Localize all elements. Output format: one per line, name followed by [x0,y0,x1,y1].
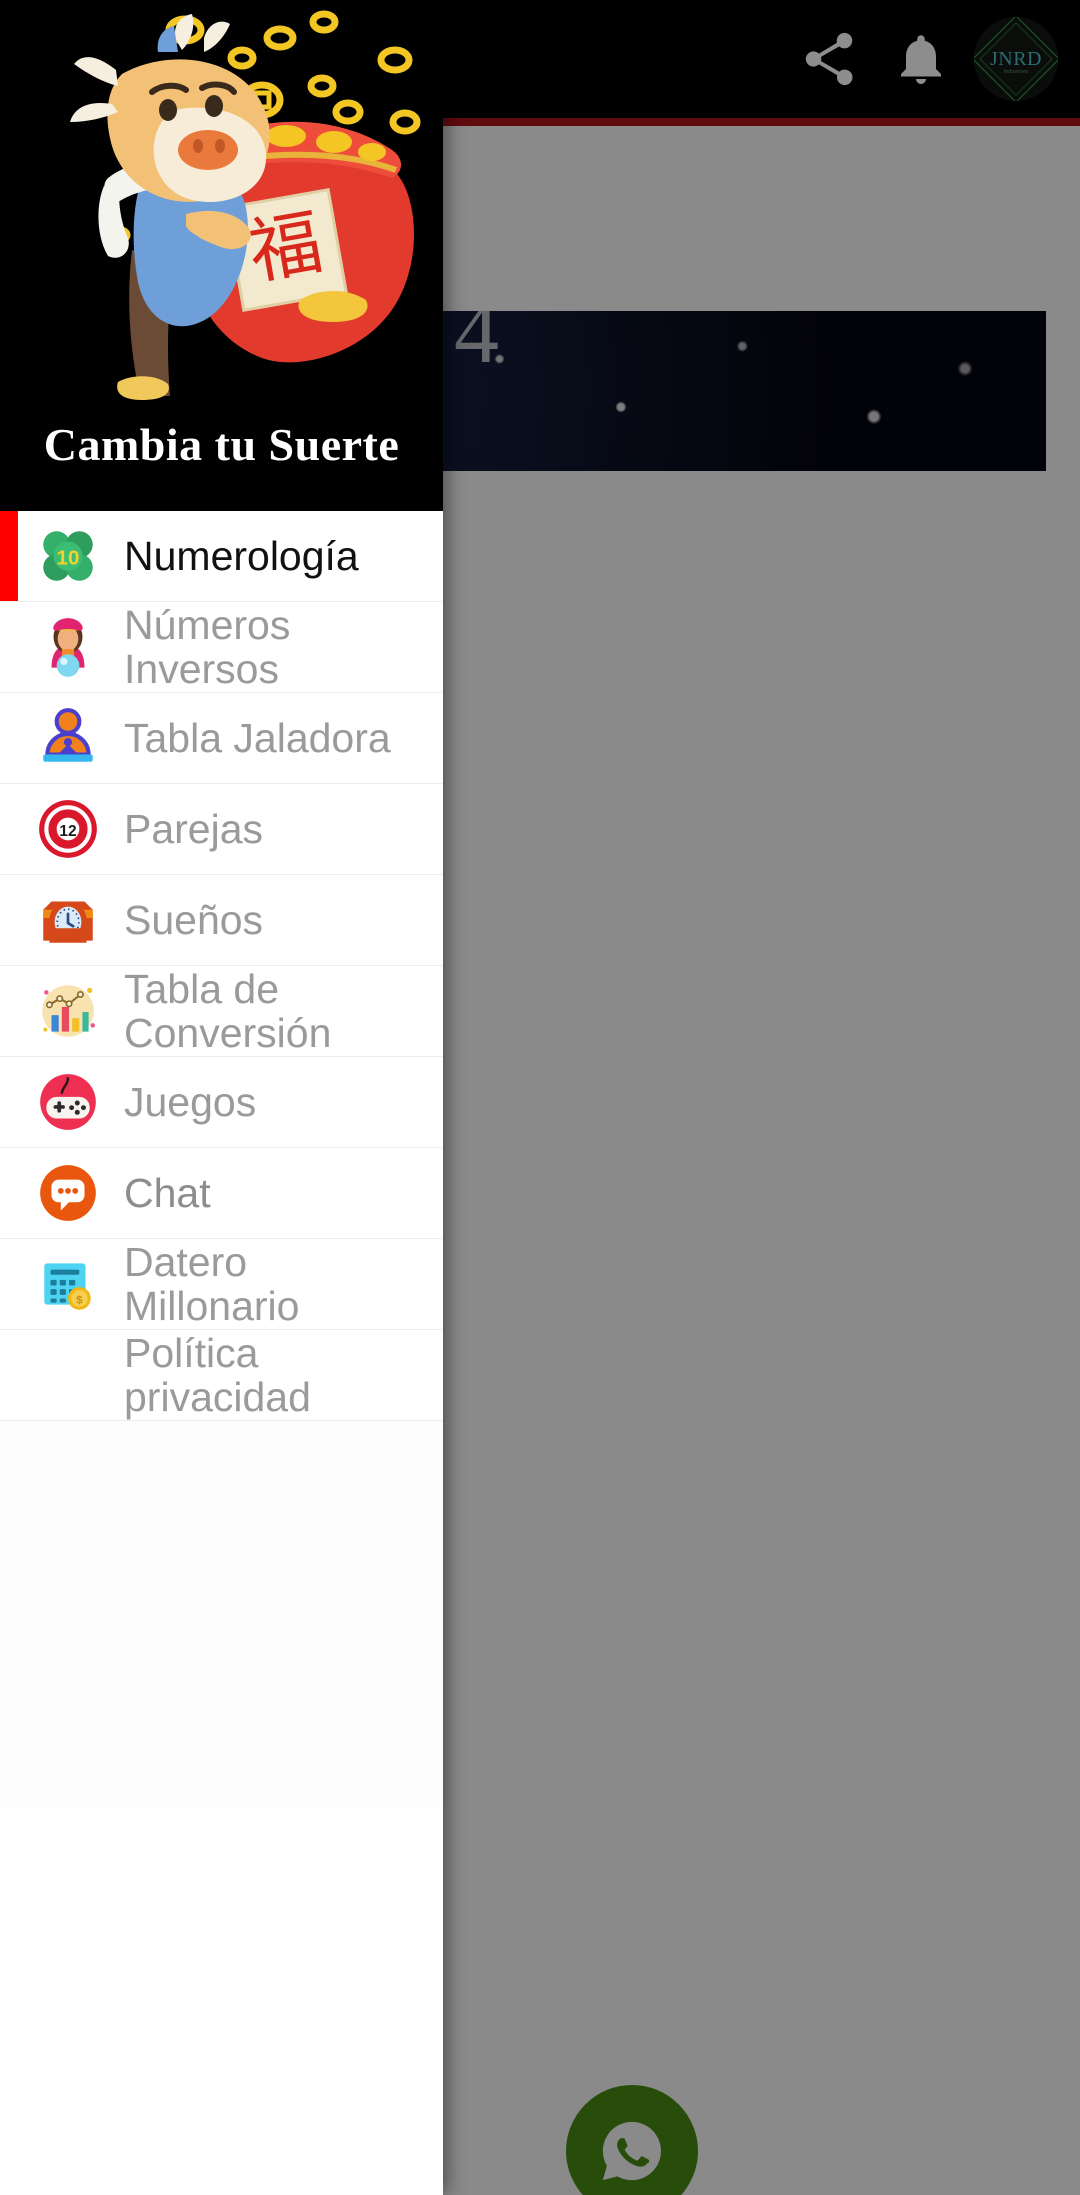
drawer-item-label: Tabla Jaladora [124,714,391,761]
drawer-item-suenos[interactable]: Sueños [0,875,443,966]
drawer-app-title: Cambia tu Suerte [43,419,400,470]
avatar-initials: JNRD [989,48,1042,70]
drawer-item-label: Juegos [124,1078,257,1125]
drawer-item-label: Numerología [124,532,359,579]
drawer-menu: 10 Numerología Números Inversos Tabla Ja… [0,511,443,1808]
drawer-item-label: Tabla de Conversión [124,965,332,1056]
drawer-item-tabla-jaladora[interactable]: Tabla Jaladora [0,693,443,784]
avatar-subtext: Industries [1003,69,1029,75]
drawer-item-chat[interactable]: Chat [0,1148,443,1239]
chat-bubble-icon [30,1155,106,1231]
share-icon[interactable] [786,16,872,102]
svg-text:12: 12 [59,823,76,840]
drawer-item-juegos[interactable]: Juegos [0,1057,443,1148]
drawer-item-label: Datero Millonario [124,1238,300,1329]
drawer-item-datero-millonario[interactable]: $ Datero Millonario [0,1239,443,1330]
drawer-item-label: Chat [124,1169,211,1216]
jnrd-avatar[interactable]: JNRD Industries [974,17,1058,101]
drawer-item-numeros-inversos[interactable]: Números Inversos [0,602,443,693]
drawer-item-politica-privacidad[interactable]: Política privacidad [0,1330,443,1421]
drawer-empty-space [0,1808,443,2195]
drawer-item-label: Sueños [124,896,264,943]
drawer-item-parejas[interactable]: 12 Parejas [0,784,443,875]
four-leaf-clover-10-icon: 10 [30,518,106,594]
notification-bell-icon[interactable] [878,16,964,102]
svg-text:福: 福 [243,202,328,293]
drawer-item-label: Política privacidad [124,1329,311,1420]
speaker-person-icon [30,700,106,776]
calculator-coin-icon: $ [30,1246,106,1322]
svg-text:10: 10 [57,546,80,569]
bingo-ball-12-icon: 12 [30,791,106,867]
navigation-drawer: 福 Cambia tu Suerte 10 Numerología Número… [0,0,443,2195]
lucky-ox-money-bag-illustration: 福 [0,0,443,430]
gamepad-icon [30,1064,106,1140]
drawer-item-label: Números Inversos [124,601,291,692]
drawer-item-label: Parejas [124,805,264,852]
fortune-teller-icon [30,609,106,685]
drawer-item-numerologia[interactable]: 10 Numerología [0,511,443,602]
bar-chart-icon [30,973,106,1049]
svg-text:$: $ [76,1295,83,1307]
dream-clock-box-icon [30,882,106,958]
drawer-header: 福 Cambia tu Suerte [0,0,443,511]
drawer-item-tabla-de-conversion[interactable]: Tabla de Conversión [0,966,443,1057]
